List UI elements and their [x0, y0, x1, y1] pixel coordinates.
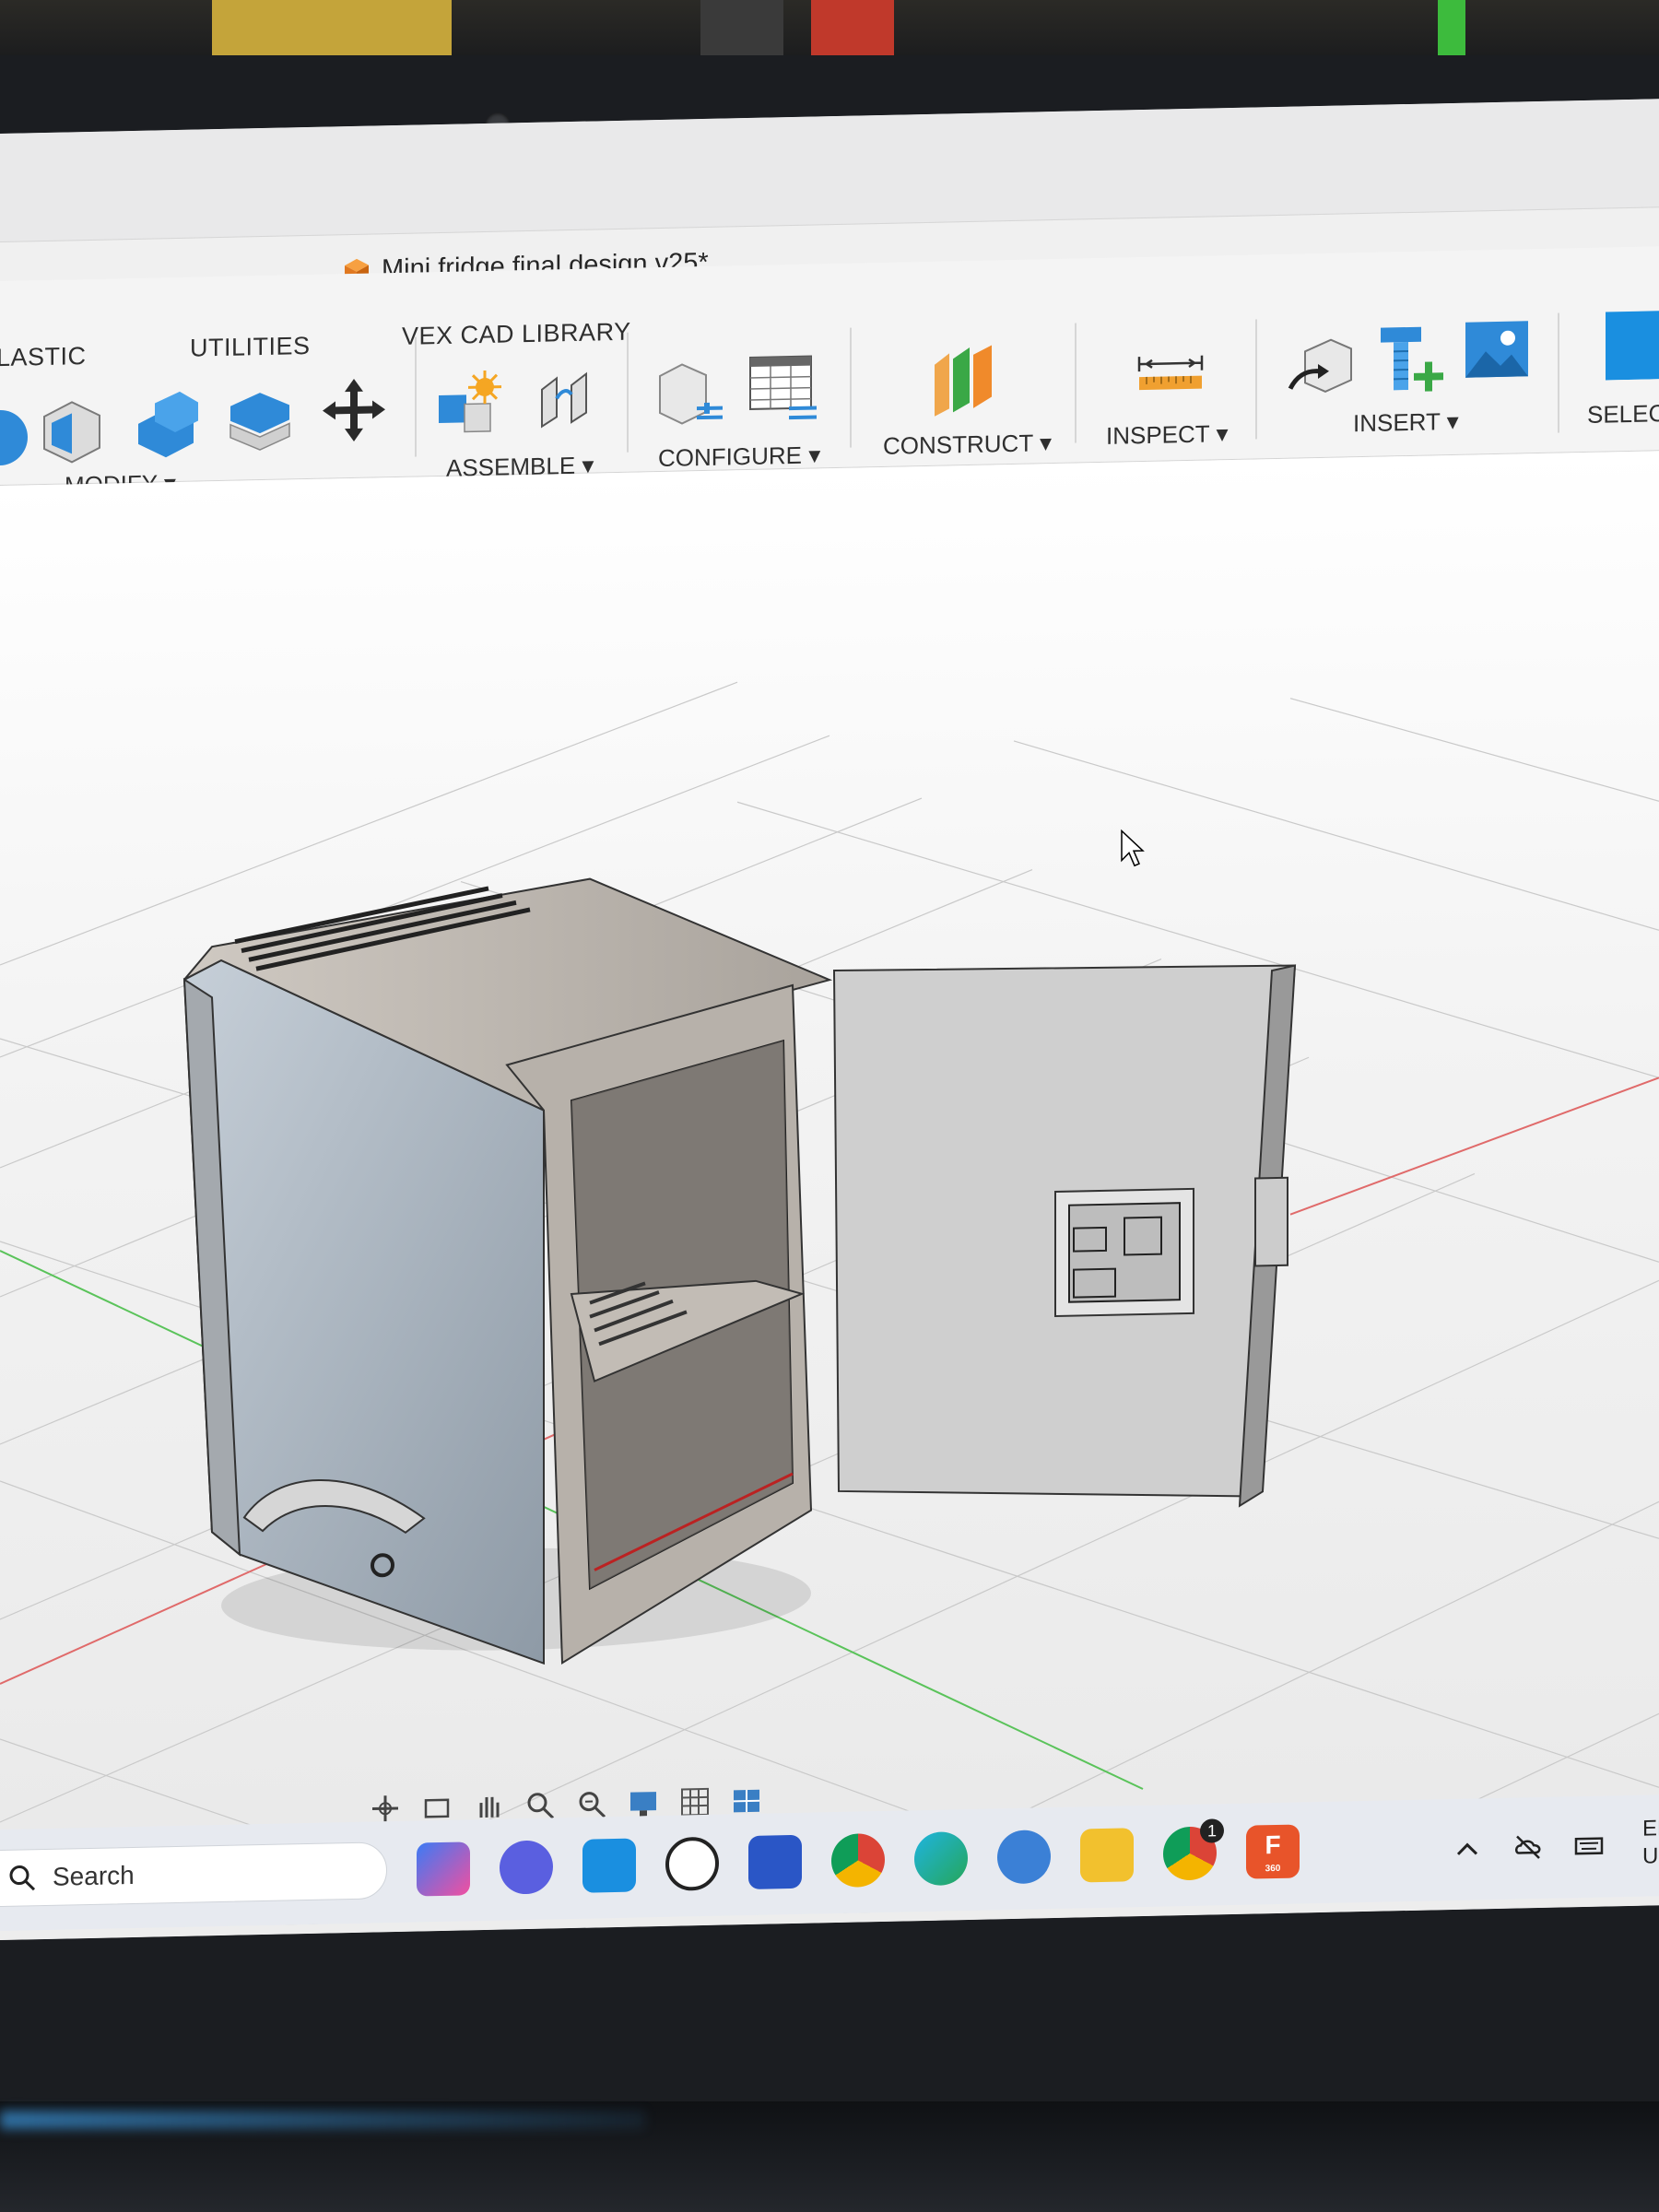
- taskbar-search-box[interactable]: Search: [0, 1841, 387, 1908]
- configure-icon[interactable]: [651, 355, 724, 430]
- language-sub: U: [1642, 1843, 1659, 1869]
- copilot-icon[interactable]: [417, 1841, 470, 1897]
- joint-icon[interactable]: [529, 360, 603, 436]
- tab-utilities[interactable]: UTILITIES: [190, 332, 311, 363]
- background-book: [700, 0, 783, 59]
- construct-menu[interactable]: CONSTRUCT ▾: [883, 429, 1052, 461]
- construct-plane-icon[interactable]: [927, 343, 1001, 418]
- fusion-360-icon[interactable]: F 360: [1246, 1824, 1300, 1879]
- language-indicator[interactable]: EN U: [1642, 1815, 1659, 1871]
- toolbar-separator: [627, 332, 629, 453]
- search-label: Search: [53, 1860, 135, 1891]
- language-code: EN: [1642, 1815, 1659, 1841]
- shell-icon[interactable]: [223, 379, 297, 454]
- file-explorer-icon[interactable]: [1080, 1828, 1134, 1883]
- chrome-icon[interactable]: [831, 1832, 885, 1888]
- insert-mcmaster-icon[interactable]: [1371, 321, 1445, 396]
- press-pull-icon[interactable]: [0, 400, 37, 476]
- select-icon[interactable]: [1600, 305, 1659, 381]
- fusion-360-sub: 360: [1265, 1863, 1281, 1875]
- insert-canvas-icon[interactable]: [1460, 313, 1534, 389]
- edge-icon[interactable]: [914, 1831, 968, 1887]
- weather-icon[interactable]: [997, 1830, 1051, 1885]
- reflection-glow: [0, 2111, 645, 2129]
- mail-icon[interactable]: [582, 1838, 636, 1893]
- measure-icon[interactable]: [1134, 335, 1207, 411]
- background-book: [212, 0, 452, 59]
- dell-icon[interactable]: [665, 1836, 719, 1891]
- configure-menu[interactable]: CONFIGURE ▾: [658, 441, 820, 473]
- move-icon[interactable]: [317, 372, 391, 448]
- mouse-cursor: [1121, 829, 1145, 867]
- tab-vex-cad-library[interactable]: VEX CAD LIBRARY: [402, 318, 631, 351]
- toolbar-separator: [1075, 323, 1077, 443]
- fillet-icon[interactable]: [35, 393, 109, 468]
- toolbar-separator: [1255, 319, 1257, 440]
- background-book: [1438, 0, 1465, 59]
- notification-badge: 1: [1200, 1818, 1224, 1843]
- keyboard-icon[interactable]: [1574, 1831, 1604, 1862]
- mini-fridge-model[interactable]: [182, 865, 1297, 1671]
- tab-plastic[interactable]: LASTIC: [0, 342, 87, 372]
- background-book: [811, 0, 894, 59]
- onedrive-off-icon[interactable]: [1513, 1832, 1543, 1863]
- photo-of-monitor: Mini fridge final design v25* LASTIC UTI…: [0, 0, 1659, 2212]
- inspect-menu[interactable]: INSPECT ▾: [1106, 419, 1229, 451]
- new-component-icon[interactable]: [431, 367, 505, 442]
- chamfer-icon[interactable]: [129, 385, 203, 461]
- 3d-viewport[interactable]: [0, 451, 1659, 1924]
- insert-derive-icon[interactable]: [1285, 328, 1359, 404]
- insert-menu[interactable]: INSERT ▾: [1353, 407, 1459, 438]
- fusion-360-letter: F: [1265, 1830, 1281, 1860]
- chevron-up-icon[interactable]: [1453, 1833, 1482, 1864]
- store-icon[interactable]: [748, 1834, 802, 1889]
- select-menu[interactable]: SELEC: [1587, 399, 1659, 429]
- chrome-profile-icon[interactable]: 1: [1163, 1818, 1224, 1881]
- screen: Mini fridge final design v25* LASTIC UTI…: [0, 99, 1659, 1940]
- toolbar-separator: [415, 336, 417, 457]
- toolbar-separator: [850, 327, 852, 448]
- x-axis-line: [1289, 1077, 1659, 1216]
- configuration-table-icon[interactable]: [745, 348, 818, 424]
- toolbar-separator: [1558, 312, 1559, 433]
- model-canvas[interactable]: [0, 451, 1659, 1924]
- teams-icon[interactable]: [500, 1840, 553, 1895]
- search-icon: [9, 1865, 36, 1891]
